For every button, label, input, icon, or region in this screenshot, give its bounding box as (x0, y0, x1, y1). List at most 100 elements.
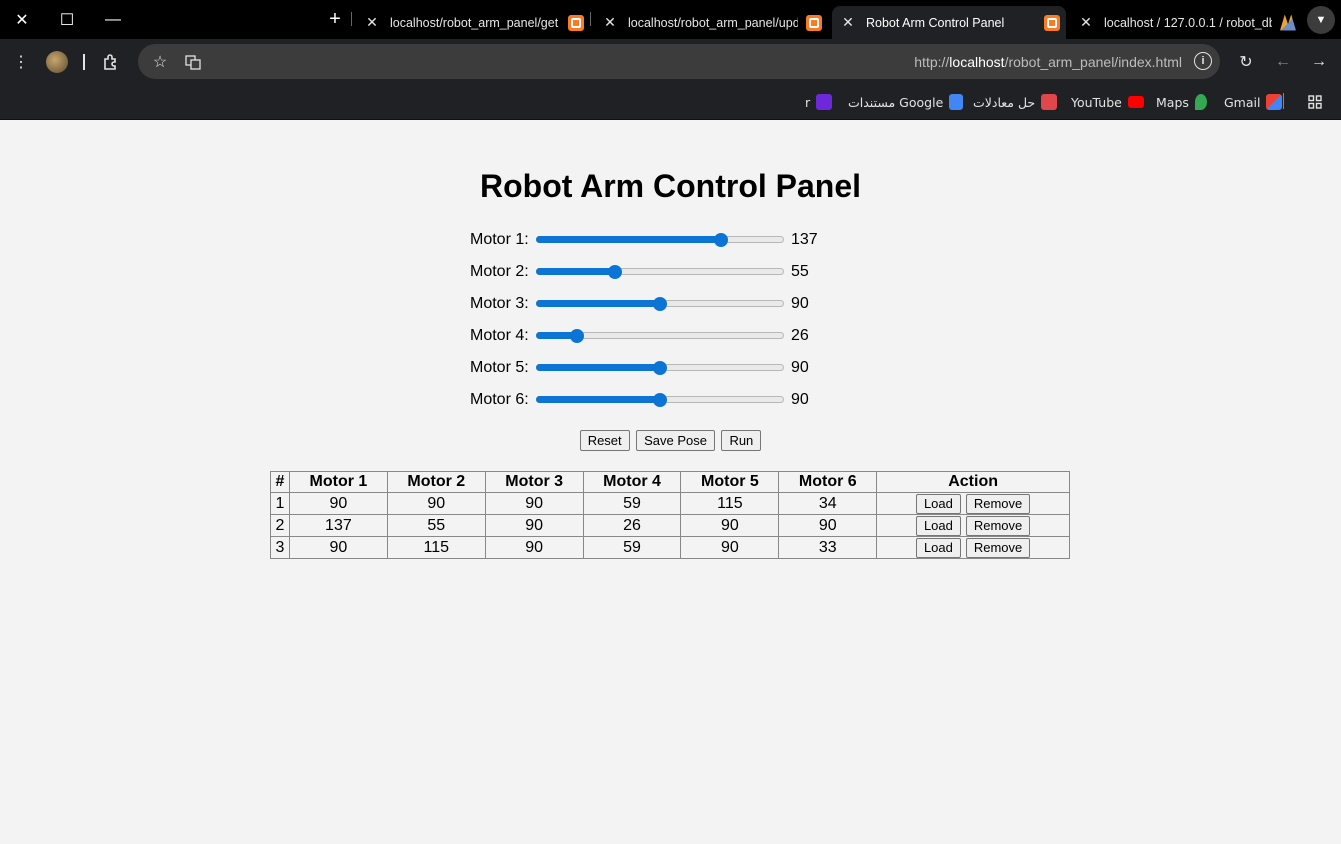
motor-slider[interactable] (536, 292, 784, 316)
motor-row: Motor 1: 137 (470, 228, 818, 252)
motor-row: Motor 6: 90 (470, 388, 809, 412)
motor-value-cell: 90 (386, 492, 486, 515)
motor-value-cell: 90 (680, 514, 780, 537)
minimize-icon[interactable]: — (91, 0, 135, 39)
motor-value: 90 (791, 391, 809, 408)
motor-slider[interactable] (536, 260, 784, 284)
motor-row: Motor 5: 90 (470, 356, 809, 380)
tab-bar: ✕ ☐ — + ✕ localhost/robot_arm_panel/get … (0, 0, 1341, 39)
slider-thumb[interactable] (714, 233, 729, 247)
page-content: Robot Arm Control Panel Motor 1: 137 Motor… (0, 120, 1341, 844)
reset-button[interactable]: Reset (579, 430, 630, 451)
close-tab-icon[interactable]: ✕ (838, 14, 858, 31)
xampp-favicon-icon (568, 14, 584, 31)
motor-slider[interactable] (536, 324, 784, 348)
table-header-row: # Motor 1 Motor 2 Motor 3 Motor 4 Motor 5 Moto… (270, 471, 1070, 493)
apps-grid-icon[interactable] (1300, 87, 1330, 117)
table-row: 3 90 115 90 59 90 33 Load Remove (270, 536, 1070, 559)
run-button[interactable]: Run (721, 430, 762, 451)
motor-label: Motor 4: (470, 327, 529, 344)
close-tab-icon[interactable]: ✕ (362, 14, 382, 31)
motor-value-cell: 59 (582, 492, 682, 515)
load-button[interactable]: Load (915, 515, 961, 536)
close-window-icon[interactable]: ✕ (0, 0, 44, 39)
action-cell: Load Remove (876, 514, 1070, 537)
motor-slider[interactable] (536, 228, 784, 252)
motor-value-cell: 115 (680, 492, 780, 515)
slider-thumb[interactable] (653, 393, 667, 407)
forward-icon[interactable]: → (1304, 47, 1334, 77)
table-header-cell: Action (876, 471, 1070, 493)
table-header-cell: Motor 5 (680, 471, 780, 493)
tab-title: localhost / 127.0.0.1 / robot_db (1104, 15, 1272, 30)
save-pose-button[interactable]: Save Pose (636, 430, 715, 451)
load-button[interactable]: Load (915, 493, 961, 514)
maps-icon (1194, 94, 1207, 110)
browser-toolbar: ⋮ ☆ http://localhost/robot_arm_panel/ind… (0, 39, 1341, 85)
r-site-icon (816, 94, 833, 110)
back-icon[interactable]: ← (1268, 47, 1298, 77)
bookmark-google-docs[interactable]: مستندات Google (848, 92, 964, 112)
remove-button[interactable]: Remove (965, 493, 1031, 514)
address-bar[interactable]: ☆ http://localhost/robot_arm_panel/index… (138, 44, 1220, 79)
motor-value-cell: 34 (778, 492, 878, 515)
translate-icon[interactable] (178, 47, 208, 77)
tab-2[interactable]: ✕ localhost/robot_arm_panel/upd (594, 6, 828, 39)
bookmark-solver[interactable]: حل معادلات (973, 92, 1058, 112)
motor-value: 26 (791, 327, 809, 344)
motor-value-cell: 90 (778, 514, 878, 537)
motor-slider[interactable] (536, 356, 784, 380)
tab-title: localhost/robot_arm_panel/upd (628, 15, 798, 30)
bookmark-youtube[interactable]: YouTube (1071, 92, 1144, 112)
tab-4[interactable]: ✕ localhost / 127.0.0.1 / robot_db (1070, 6, 1300, 39)
motor-value: 90 (791, 295, 809, 312)
tab-1[interactable]: ✕ localhost/robot_arm_panel/get (356, 6, 590, 39)
row-id-cell: 1 (270, 492, 290, 515)
bookmarks-bar: Gmail Maps YouTube حل معادلات مستندات Go… (0, 85, 1341, 120)
table-header-cell: Motor 2 (386, 471, 486, 493)
maximize-icon[interactable]: ☐ (45, 0, 89, 39)
bookmark-star-icon[interactable]: ☆ (145, 47, 175, 77)
slider-thumb[interactable] (569, 329, 584, 343)
google-docs-icon (949, 94, 964, 110)
menu-dots-icon[interactable]: ⋮ (6, 47, 36, 77)
url-text[interactable]: http://localhost/robot_arm_panel/index.h… (914, 54, 1182, 70)
slider-thumb[interactable] (607, 265, 622, 279)
extensions-icon[interactable] (96, 47, 126, 77)
remove-button[interactable]: Remove (965, 537, 1031, 558)
motor-label: Motor 1: (470, 231, 529, 248)
motor-value-cell: 90 (484, 492, 584, 515)
row-id-cell: 2 (270, 514, 290, 537)
table-header-cell: Motor 1 (288, 471, 388, 493)
load-button[interactable]: Load (915, 537, 961, 558)
tab-search-chevron-icon[interactable]: ▼ (1307, 6, 1335, 34)
motor-value-cell: 90 (484, 536, 584, 559)
motor-label: Motor 3: (470, 295, 529, 312)
bookmark-r[interactable]: r (805, 92, 833, 112)
action-cell: Load Remove (876, 536, 1070, 559)
motor-slider[interactable] (536, 388, 784, 412)
motor-label: Motor 6: (470, 391, 529, 408)
table-header-cell: # (270, 471, 290, 493)
close-tab-icon[interactable]: ✕ (1076, 14, 1096, 31)
slider-thumb[interactable] (653, 297, 667, 311)
motor-value-cell: 115 (386, 536, 486, 559)
motor-row: Motor 4: 26 (470, 324, 809, 348)
bookmark-gmail[interactable]: Gmail (1224, 92, 1283, 112)
motor-value: 55 (791, 263, 809, 280)
motor-value-cell: 55 (386, 514, 486, 537)
bookmark-maps[interactable]: Maps (1156, 92, 1207, 112)
remove-button[interactable]: Remove (965, 515, 1031, 536)
tab-3-active[interactable]: ✕ Robot Arm Control Panel (832, 6, 1066, 39)
profile-avatar[interactable] (46, 51, 68, 73)
reload-icon[interactable]: ↻ (1231, 47, 1261, 77)
row-id-cell: 3 (270, 536, 290, 559)
site-info-icon[interactable]: i (1194, 52, 1212, 70)
motor-value-cell: 137 (288, 514, 388, 537)
motor-row: Motor 2: 55 (470, 260, 809, 284)
slider-thumb[interactable] (653, 361, 667, 375)
motor-value-cell: 33 (778, 536, 878, 559)
close-tab-icon[interactable]: ✕ (600, 14, 620, 31)
table-row: 2 137 55 90 26 90 90 Load Remove (270, 514, 1070, 537)
table-header-cell: Motor 4 (582, 471, 682, 493)
